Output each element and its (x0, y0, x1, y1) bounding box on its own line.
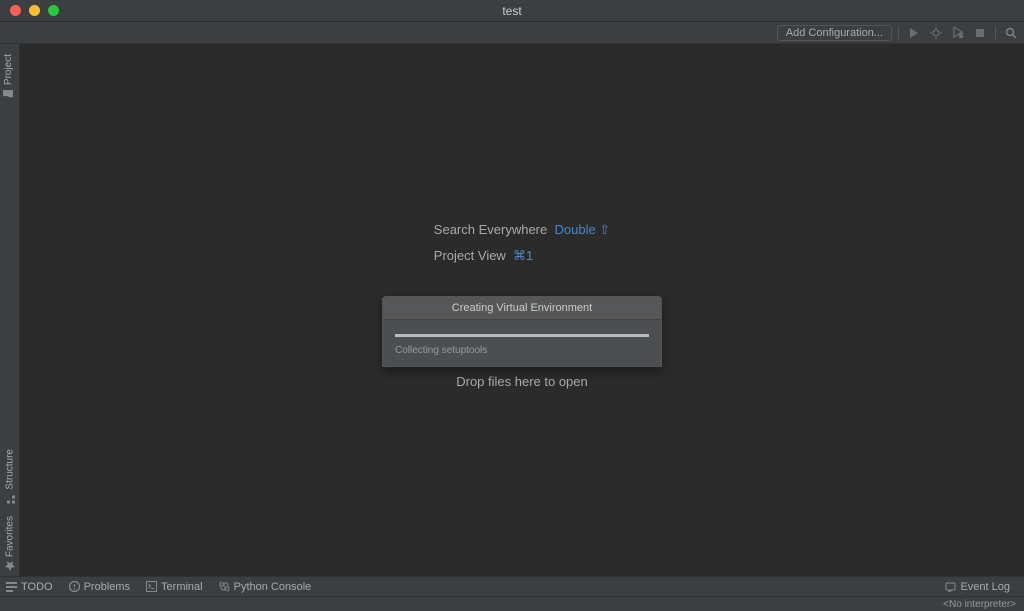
run-icon[interactable] (905, 24, 923, 42)
tool-tab-python-console[interactable]: Python Console (219, 581, 312, 593)
tool-tab-label: Event Log (960, 581, 1010, 593)
window-minimize-button[interactable] (29, 5, 40, 16)
problems-icon (69, 581, 80, 592)
hint-project-label: Project View (434, 247, 506, 262)
editor-area: Search Everywhere Double ⇧ Project View … (20, 44, 1024, 581)
left-rail: Project Favorites Structure (0, 44, 20, 581)
hint-search-shortcut: Double ⇧ (554, 221, 610, 236)
progress-bar (395, 334, 649, 337)
status-bar: <No interpreter> (0, 596, 1024, 611)
debug-icon[interactable] (927, 24, 945, 42)
tool-tab-label: Problems (84, 581, 130, 593)
sidebar-tab-label: Structure (5, 449, 16, 490)
traffic-lights (0, 5, 59, 16)
tool-tab-event-log[interactable]: Event Log (945, 581, 1010, 593)
python-console-icon (219, 581, 230, 592)
event-log-icon (945, 581, 956, 592)
terminal-icon (146, 581, 157, 592)
drop-hint: Drop files here to open (434, 368, 610, 394)
progress-title: Creating Virtual Environment (383, 297, 661, 320)
tool-tab-label: Python Console (234, 581, 312, 593)
run-with-coverage-icon[interactable] (949, 24, 967, 42)
window-close-button[interactable] (10, 5, 21, 16)
hint-search-label: Search Everywhere (434, 221, 547, 236)
search-icon[interactable] (1002, 24, 1020, 42)
hint-project-shortcut: ⌘1 (513, 247, 533, 262)
todo-icon (6, 581, 17, 592)
tool-tab-problems[interactable]: Problems (69, 581, 130, 593)
sidebar-tab-favorites[interactable]: Favorites (0, 510, 20, 577)
tool-tab-todo[interactable]: TODO (6, 581, 53, 593)
tool-tab-terminal[interactable]: Terminal (146, 581, 203, 593)
tool-tab-label: TODO (21, 581, 53, 593)
progress-status: Collecting setuptools (395, 345, 649, 356)
toolbar-separator (898, 26, 899, 40)
sidebar-tab-structure[interactable]: Structure (0, 443, 20, 510)
sidebar-tab-label: Project (3, 54, 14, 85)
sidebar-tab-label: Favorites (5, 516, 16, 557)
toolbar: Add Configuration... (0, 22, 1024, 44)
window-maximize-button[interactable] (48, 5, 59, 16)
titlebar: test (0, 0, 1024, 22)
tool-window-bar: TODO Problems Terminal Python Console Ev… (0, 576, 1024, 596)
progress-dialog: Creating Virtual Environment Collecting … (382, 296, 662, 367)
add-configuration-button[interactable]: Add Configuration... (777, 25, 892, 41)
interpreter-status[interactable]: <No interpreter> (943, 599, 1016, 610)
toolbar-separator (995, 26, 996, 40)
tool-tab-label: Terminal (161, 581, 203, 593)
stop-icon[interactable] (971, 24, 989, 42)
sidebar-tab-project[interactable]: Project (0, 48, 17, 105)
window-title: test (502, 4, 521, 18)
